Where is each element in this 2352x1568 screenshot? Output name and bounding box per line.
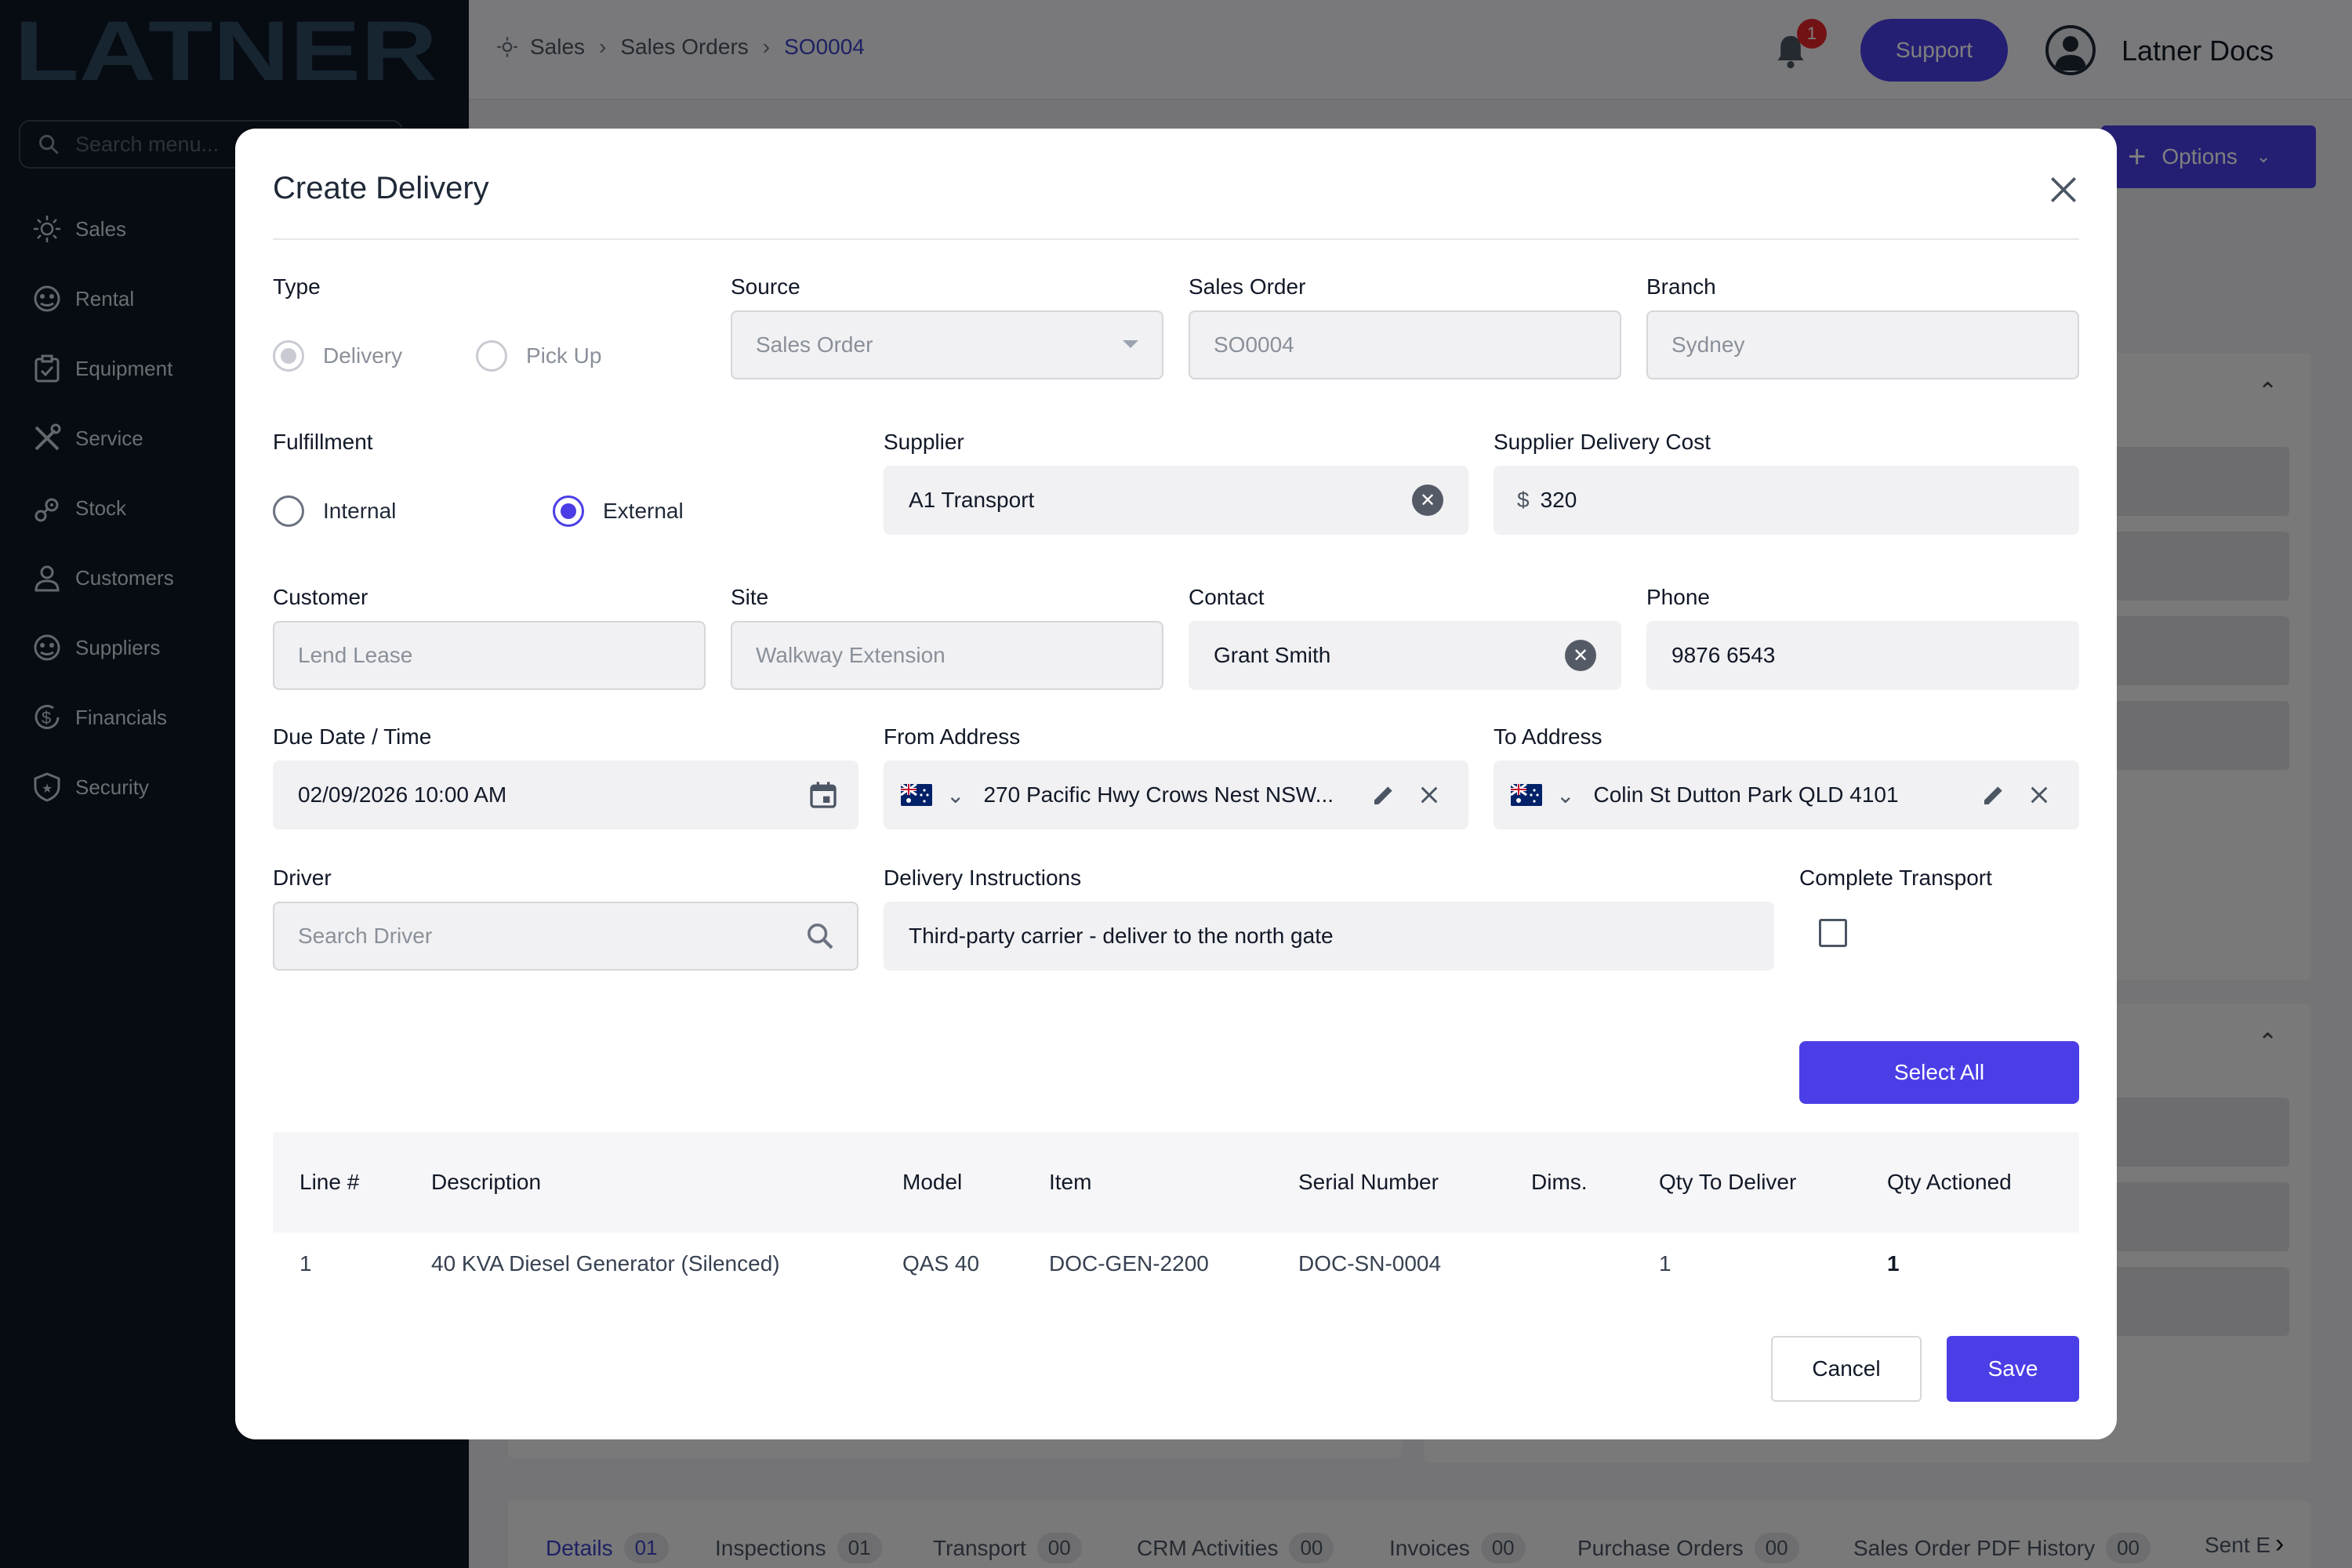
search-icon: [808, 924, 833, 949]
currency-symbol: $: [1517, 488, 1530, 512]
supplier-field[interactable]: A1 Transport ✕: [884, 466, 1468, 535]
complete-transport-label: Complete Transport: [1799, 866, 1992, 890]
edit-icon[interactable]: [1981, 782, 2006, 808]
sales-order-value: SO0004: [1214, 332, 1294, 357]
select-all-button[interactable]: Select All: [1799, 1041, 2079, 1104]
clear-icon[interactable]: ✕: [1412, 485, 1443, 516]
phone-value: 9876 6543: [1671, 643, 1776, 667]
column-header: Line #: [299, 1170, 360, 1194]
type-pickup-radio[interactable]: Pick Up: [476, 340, 601, 372]
calendar-icon[interactable]: [808, 779, 839, 811]
to-address-value: Colin St Dutton Park QLD 4101: [1593, 782, 1899, 807]
edit-icon[interactable]: [1371, 782, 1396, 808]
from-address-field[interactable]: ⌄ 270 Pacific Hwy Crows Nest NSW...: [884, 760, 1468, 829]
divider: [273, 238, 2079, 240]
contact-label: Contact: [1189, 585, 1265, 609]
source-label: Source: [731, 274, 800, 299]
fulfillment-label: Fulfillment: [273, 430, 373, 454]
column-header: Item: [1049, 1170, 1092, 1194]
cancel-button[interactable]: Cancel: [1771, 1336, 1922, 1402]
supplier-value: A1 Transport: [909, 488, 1035, 512]
column-header: Qty Actioned: [1887, 1170, 2012, 1194]
save-button[interactable]: Save: [1947, 1336, 2079, 1402]
column-header: Serial Number: [1298, 1170, 1439, 1194]
column-header: Description: [431, 1170, 542, 1194]
customer-field: Lend Lease: [273, 621, 706, 690]
column-header: Model: [902, 1170, 963, 1194]
site-label: Site: [731, 585, 769, 609]
column-header: Qty To Deliver: [1659, 1170, 1797, 1194]
supplier-label: Supplier: [884, 430, 964, 454]
type-label: Type: [273, 274, 321, 299]
radio-label: Pick Up: [526, 343, 602, 368]
customer-label: Customer: [273, 585, 368, 609]
contact-value: Grant Smith: [1214, 643, 1331, 667]
close-icon[interactable]: [1418, 784, 1440, 806]
sales-order-field: SO0004: [1189, 310, 1621, 379]
chevron-down-icon[interactable]: ⌄: [946, 782, 964, 808]
branch-field: Sydney: [1646, 310, 2079, 379]
instructions-value: Third-party carrier - deliver to the nor…: [909, 924, 1334, 948]
type-delivery-radio[interactable]: Delivery: [273, 340, 402, 372]
source-select[interactable]: Sales Order: [731, 310, 1163, 379]
qty-to-deliver-cell[interactable]: 1: [1659, 1251, 1671, 1276]
contact-field[interactable]: Grant Smith ✕: [1189, 621, 1621, 690]
au-flag-icon[interactable]: [1511, 784, 1542, 806]
from-address-label: From Address: [884, 724, 1021, 749]
fulfillment-external-radio[interactable]: External: [553, 495, 684, 527]
dialog-title: Create Delivery: [273, 171, 489, 205]
radio-circle: [273, 495, 304, 527]
table-cell: 1: [299, 1251, 312, 1276]
radio-label: External: [603, 499, 684, 523]
radio-circle: [476, 340, 507, 372]
close-icon[interactable]: [2046, 172, 2081, 207]
instructions-label: Delivery Instructions: [884, 866, 1082, 890]
table-cell: 40 KVA Diesel Generator (Silenced): [431, 1251, 780, 1276]
supplier-cost-input[interactable]: $ 320: [1494, 466, 2079, 535]
create-delivery-dialog: Create Delivery Type Delivery Pick Up So…: [235, 129, 2117, 1439]
caret-down-icon: [1123, 340, 1138, 348]
radio-label: Delivery: [323, 343, 403, 368]
source-value: Sales Order: [756, 332, 873, 357]
to-address-field[interactable]: ⌄ Colin St Dutton Park QLD 4101: [1494, 760, 2079, 829]
table-cell: QAS 40: [902, 1251, 980, 1276]
radio-circle: [273, 340, 304, 372]
customer-value: Lend Lease: [298, 643, 413, 667]
supplier-cost-label: Supplier Delivery Cost: [1494, 430, 1711, 454]
sales-order-label: Sales Order: [1189, 274, 1306, 299]
driver-label: Driver: [273, 866, 332, 890]
column-header: Dims.: [1531, 1170, 1588, 1194]
due-date-input[interactable]: 02/09/2026 10:00 AM: [273, 760, 858, 829]
driver-search-input[interactable]: Search Driver: [273, 902, 858, 971]
fulfillment-internal-radio[interactable]: Internal: [273, 495, 396, 527]
table-header: [273, 1132, 2079, 1232]
due-date-label: Due Date / Time: [273, 724, 432, 749]
table-cell: DOC-SN-0004: [1298, 1251, 1442, 1276]
chevron-down-icon[interactable]: ⌄: [1556, 782, 1574, 808]
radio-label: Internal: [323, 499, 397, 523]
table-cell: DOC-GEN-2200: [1049, 1251, 1209, 1276]
supplier-cost-value: 320: [1540, 488, 1577, 512]
instructions-input[interactable]: Third-party carrier - deliver to the nor…: [884, 902, 1774, 971]
complete-transport-checkbox[interactable]: [1819, 919, 1847, 947]
from-address-value: 270 Pacific Hwy Crows Nest NSW...: [983, 782, 1334, 807]
qty-actioned-cell: 1: [1887, 1251, 1900, 1276]
site-value: Walkway Extension: [756, 643, 946, 667]
branch-label: Branch: [1646, 274, 1716, 299]
to-address-label: To Address: [1494, 724, 1602, 749]
due-date-value: 02/09/2026 10:00 AM: [298, 782, 507, 807]
branch-value: Sydney: [1671, 332, 1745, 357]
phone-input[interactable]: 9876 6543: [1646, 621, 2079, 690]
driver-placeholder: Search Driver: [298, 924, 433, 948]
radio-circle: [553, 495, 584, 527]
site-field: Walkway Extension: [731, 621, 1163, 690]
close-icon[interactable]: [2028, 784, 2050, 806]
clear-icon[interactable]: ✕: [1565, 640, 1596, 671]
au-flag-icon[interactable]: [901, 784, 932, 806]
phone-label: Phone: [1646, 585, 1710, 609]
